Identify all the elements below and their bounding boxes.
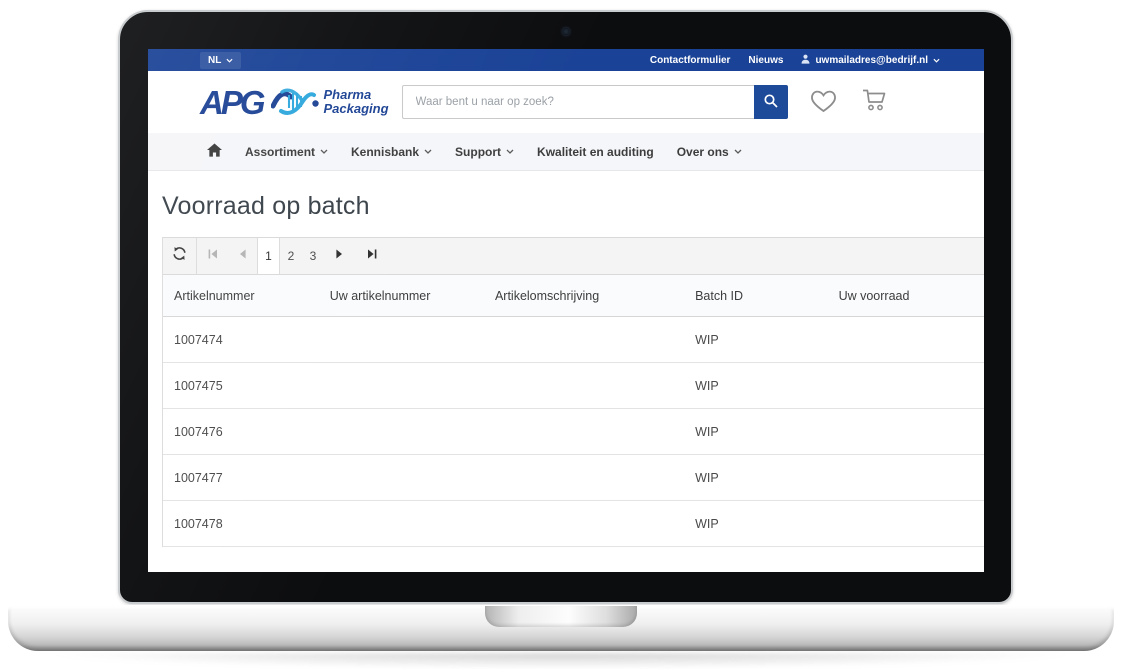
pager-page-1[interactable]: 1 — [258, 238, 280, 274]
pager-page-3[interactable]: 3 — [302, 238, 324, 274]
nav-item-support[interactable]: Support — [455, 145, 514, 159]
table-row[interactable]: 1007475 WIP — [163, 363, 984, 409]
nav-item-assortiment[interactable]: Assortiment — [245, 145, 328, 159]
nav-item-kwaliteit-en-auditing[interactable]: Kwaliteit en auditing — [537, 145, 654, 159]
table-row[interactable]: 1007476 WIP — [163, 409, 984, 455]
laptop-reflection — [40, 653, 1082, 669]
search-button[interactable] — [754, 85, 788, 119]
pager-first-button[interactable] — [197, 238, 228, 274]
chevron-down-icon — [320, 149, 328, 154]
search-input[interactable] — [402, 85, 754, 119]
cell-artikelnummer: 1007478 — [163, 517, 319, 531]
shopping-cart-icon — [861, 87, 889, 117]
company-logo[interactable]: APG Pharma Packaging — [200, 83, 389, 122]
wishlist-button[interactable] — [810, 89, 837, 116]
user-email-label: uwmailadres@bedrijf.nl — [815, 55, 928, 66]
laptop-lid: NL Contactformulier Nieuws uwmailadres@b… — [118, 10, 1013, 604]
pager-last-button[interactable] — [354, 238, 390, 274]
nav-item-kennisbank[interactable]: Kennisbank — [351, 145, 432, 159]
cell-artikelnummer: 1007475 — [163, 379, 319, 393]
column-header-artikelomschrijving[interactable]: Artikelomschrijving — [484, 289, 684, 303]
account-menu[interactable]: uwmailadres@bedrijf.nl — [801, 54, 940, 67]
main-nav: Assortiment Kennisbank Support Kwaliteit… — [148, 133, 984, 171]
nav-home[interactable] — [207, 143, 222, 160]
column-header-uw-voorraad[interactable]: Uw voorraad — [828, 289, 984, 303]
language-selector[interactable]: NL — [200, 52, 241, 69]
nav-item-label: Kwaliteit en auditing — [537, 145, 654, 159]
column-header-batch-id[interactable]: Batch ID — [684, 289, 827, 303]
column-header-artikelnummer[interactable]: Artikelnummer — [163, 289, 319, 303]
logo-tagline: Pharma Packaging — [324, 88, 389, 116]
refresh-button[interactable] — [163, 238, 197, 274]
nav-item-over-ons[interactable]: Over ons — [677, 145, 742, 159]
pager-next-button[interactable] — [324, 238, 354, 274]
chevron-down-icon — [933, 55, 940, 66]
heart-icon — [810, 89, 837, 116]
laptop-screen: NL Contactformulier Nieuws uwmailadres@b… — [148, 49, 984, 572]
table-header-row: Artikelnummer Uw artikelnummer Artikelom… — [163, 275, 984, 317]
cell-batch-id: WIP — [684, 379, 827, 393]
cell-batch-id: WIP — [684, 517, 827, 531]
table-row[interactable]: 1007477 WIP — [163, 455, 984, 501]
laptop-base — [8, 605, 1114, 651]
search-icon — [763, 93, 779, 112]
logo-tagline-line1: Pharma — [324, 88, 389, 102]
refresh-icon — [172, 246, 187, 266]
grid-pager: 1 2 3 — [163, 237, 984, 275]
batch-stock-grid: 1 2 3 Artikelnum — [162, 237, 984, 547]
language-label: NL — [208, 55, 221, 66]
logo-tagline-line2: Packaging — [324, 102, 389, 116]
chevron-down-icon — [506, 149, 514, 154]
dna-helix-icon — [271, 83, 319, 122]
cart-button[interactable] — [861, 87, 889, 117]
chevron-down-icon — [424, 149, 432, 154]
pager-prev-button[interactable] — [228, 238, 258, 274]
cell-batch-id: WIP — [684, 471, 827, 485]
pager-page-2[interactable]: 2 — [280, 238, 302, 274]
search-box — [402, 85, 788, 119]
nav-item-label: Over ons — [677, 145, 729, 159]
table-row[interactable]: 1007474 WIP — [163, 317, 984, 363]
news-link[interactable]: Nieuws — [748, 55, 783, 66]
home-icon — [207, 143, 222, 160]
first-page-icon — [207, 247, 219, 265]
page-content: Voorraad op batch — [148, 192, 984, 547]
nav-item-label: Kennisbank — [351, 145, 419, 159]
column-header-uw-artikelnummer[interactable]: Uw artikelnummer — [319, 289, 484, 303]
nav-item-label: Assortiment — [245, 145, 315, 159]
nav-item-label: Support — [455, 145, 501, 159]
cell-artikelnummer: 1007474 — [163, 333, 319, 347]
prev-page-icon — [237, 247, 249, 265]
site-header: APG Pharma Packaging — [148, 71, 984, 133]
logo-wordmark: APG — [200, 86, 266, 119]
cell-batch-id: WIP — [684, 425, 827, 439]
table-row[interactable]: 1007478 WIP — [163, 501, 984, 547]
webcam-dot — [562, 28, 569, 35]
site-topbar: NL Contactformulier Nieuws uwmailadres@b… — [148, 49, 984, 71]
chevron-down-icon — [734, 149, 742, 154]
base-notch — [485, 606, 637, 627]
page-title: Voorraad op batch — [162, 192, 984, 221]
last-page-icon — [366, 247, 378, 265]
cell-artikelnummer: 1007476 — [163, 425, 319, 439]
cell-batch-id: WIP — [684, 333, 827, 347]
contact-form-link[interactable]: Contactformulier — [650, 55, 731, 66]
user-icon — [801, 54, 810, 67]
chevron-down-icon — [226, 55, 233, 66]
next-page-icon — [333, 247, 345, 265]
cell-artikelnummer: 1007477 — [163, 471, 319, 485]
